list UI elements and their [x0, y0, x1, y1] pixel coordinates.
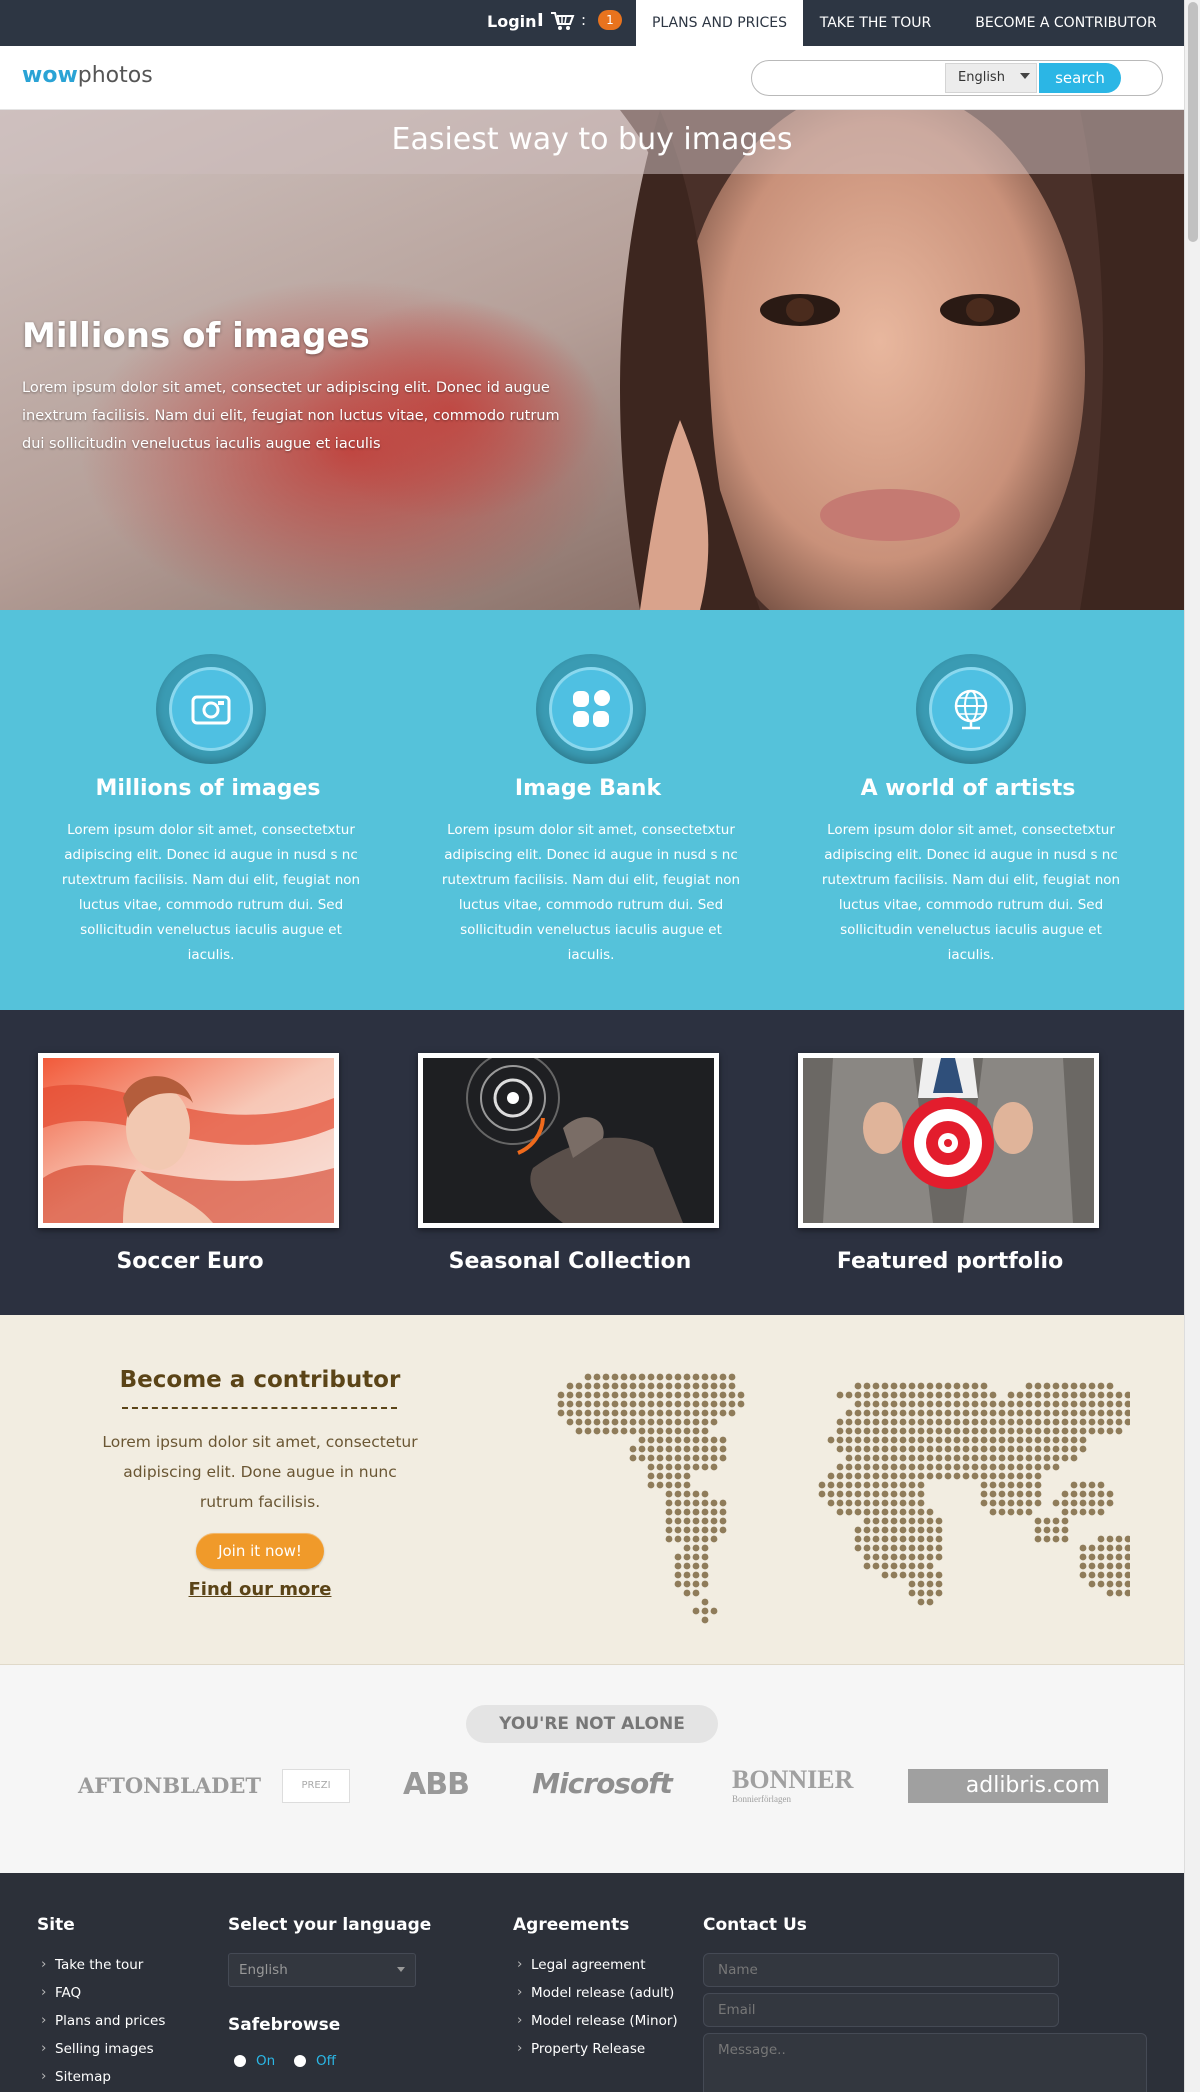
footer: Site Take the tour FAQ Plans and prices … [0, 1873, 1184, 2092]
divider [122, 1407, 397, 1409]
footer-link-model-release-adult[interactable]: Model release (adult) [513, 1978, 678, 2007]
feature-title: A world of artists [860, 776, 1076, 801]
features-section: Millions of images Lorem ipsum dolor sit… [0, 610, 1184, 1010]
prezi-logo: PREZI [282, 1769, 350, 1803]
logo-wow: wow [22, 63, 78, 88]
footer-language-select[interactable]: English [228, 1953, 416, 1987]
contact-email-input[interactable]: Email [703, 1993, 1059, 2027]
contact-name-input[interactable]: Name [703, 1953, 1059, 1987]
feature-text: Lorem ipsum dolor sit amet, consectetxtu… [441, 822, 741, 963]
site-logo[interactable]: wowphotos [22, 63, 153, 88]
header: wowphotos English search [0, 46, 1184, 110]
gallery-section: Soccer Euro Seasonal Collection Featured… [0, 1010, 1184, 1315]
find-out-more-link[interactable]: Find our more [160, 1579, 360, 1600]
search-input[interactable] [760, 67, 942, 89]
footer-link-take-the-tour[interactable]: Take the tour [37, 1950, 165, 1979]
logo-photos: photos [77, 63, 153, 88]
bonnier-logo-sub: Bonnierförlagen [732, 1794, 791, 1804]
safebrowse-on-radio[interactable]: On [234, 2053, 275, 2069]
aftonbladet-logo: AFTONBLADET [78, 1773, 261, 1798]
footer-link-sitemap[interactable]: Sitemap [37, 2062, 165, 2091]
footer-link-faq[interactable]: FAQ [37, 1978, 165, 2007]
cart-icon[interactable] [549, 9, 575, 33]
gallery-thumbnail[interactable] [38, 1053, 339, 1228]
footer-link-legal-agreement[interactable]: Legal agreement [513, 1950, 678, 1979]
footer-language-title: Select your language [228, 1915, 432, 1935]
camera-icon [156, 654, 266, 764]
hero-image [0, 110, 1184, 610]
hero-banner-text: Easiest way to buy images [391, 122, 793, 157]
footer-link-property-release[interactable]: Property Release [513, 2034, 678, 2063]
radio-icon [294, 2055, 306, 2067]
safebrowse-title: Safebrowse [228, 2015, 341, 2035]
feature-title: Image Bank [514, 776, 662, 801]
nav-plans-and-prices[interactable]: PLANS AND PRICES [636, 0, 803, 46]
language-select-value: English [958, 70, 1005, 85]
hero-banner: Easiest way to buy images [0, 110, 1184, 174]
top-bar: Login I : 1 PLANS AND PRICES TAKE THE TO… [0, 0, 1184, 46]
footer-agreement-links: Legal agreement Model release (adult) Mo… [513, 1950, 678, 2063]
footer-agreements-title: Agreements [513, 1915, 630, 1935]
search-button[interactable]: search [1039, 63, 1121, 93]
contact-message-textarea[interactable]: Message.. [703, 2033, 1147, 2092]
footer-link-plans-and-prices[interactable]: Plans and prices [37, 2006, 165, 2035]
bonnier-logo-text: BONNIER [732, 1765, 854, 1794]
cart-count-badge: 1 [598, 10, 622, 30]
nav-take-the-tour[interactable]: TAKE THE TOUR [803, 0, 948, 46]
footer-language-value: English [239, 1962, 288, 1978]
hero-title: Millions of images [22, 316, 370, 356]
page: Login I : 1 PLANS AND PRICES TAKE THE TO… [0, 0, 1184, 2092]
gallery-thumbnail[interactable] [418, 1053, 719, 1228]
scrollbar[interactable] [1184, 0, 1200, 2092]
bonnier-logo: BONNIER Bonnierförlagen [732, 1765, 864, 1804]
separator: I [537, 10, 544, 31]
footer-link-selling-images[interactable]: Selling images [37, 2034, 165, 2063]
contributor-text: Lorem ipsum dolor sit amet, consectetur … [102, 1433, 418, 1511]
feature-text: Lorem ipsum dolor sit amet, consectetxtu… [821, 822, 1121, 963]
contributor-section: Become a contributor Lorem ipsum dolor s… [0, 1315, 1184, 1665]
safebrowse-on-label: On [256, 2053, 276, 2069]
footer-site-links: Take the tour FAQ Plans and prices Selli… [37, 1950, 165, 2091]
footer-contact-title: Contact Us [703, 1915, 807, 1935]
hero-section: Easiest way to buy images Millions of im… [0, 110, 1184, 610]
partners-section: YOU'RE NOT ALONE AFTONBLADET PREZI ABB M… [0, 1665, 1184, 1873]
gallery-caption[interactable]: Soccer Euro [0, 1249, 380, 1274]
chevron-down-icon [397, 1967, 405, 1972]
search-bar: English search [751, 60, 1163, 96]
safebrowse-off-label: Off [316, 2053, 336, 2069]
footer-link-model-release-minor[interactable]: Model release (Minor) [513, 2006, 678, 2035]
partners-heading: YOU'RE NOT ALONE [466, 1705, 718, 1743]
image-bank-icon [536, 654, 646, 764]
prezi-logo-text: PREZI [301, 1780, 331, 1791]
world-map-graphic [557, 1373, 1130, 1624]
scrollbar-thumb[interactable] [1188, 2, 1198, 242]
gallery-caption[interactable]: Featured portfolio [760, 1249, 1140, 1274]
feature-text: Lorem ipsum dolor sit amet, consectetxtu… [61, 822, 361, 963]
contributor-title: Become a contributor [119, 1367, 401, 1393]
globe-icon [916, 654, 1026, 764]
cart-colon: : [581, 11, 587, 29]
footer-site-title: Site [37, 1915, 75, 1935]
safebrowse-off-radio[interactable]: Off [294, 2053, 336, 2069]
gallery-caption[interactable]: Seasonal Collection [380, 1249, 760, 1274]
gallery-thumbnail[interactable] [798, 1053, 1099, 1228]
radio-icon [234, 2055, 246, 2067]
login-link[interactable]: Login [487, 12, 537, 31]
language-select[interactable]: English [945, 63, 1037, 93]
join-now-button[interactable]: Join it now! [196, 1533, 324, 1569]
chevron-down-icon [1020, 73, 1030, 79]
adlibris-logo: adlibris.com [908, 1769, 1108, 1803]
abb-logo: ABB [403, 1767, 470, 1802]
feature-title: Millions of images [95, 776, 321, 801]
hero-text: Lorem ipsum dolor sit amet, consectet ur… [22, 380, 560, 452]
nav-become-a-contributor[interactable]: BECOME A CONTRIBUTOR [948, 0, 1184, 46]
microsoft-logo: Microsoft [532, 1767, 673, 1800]
